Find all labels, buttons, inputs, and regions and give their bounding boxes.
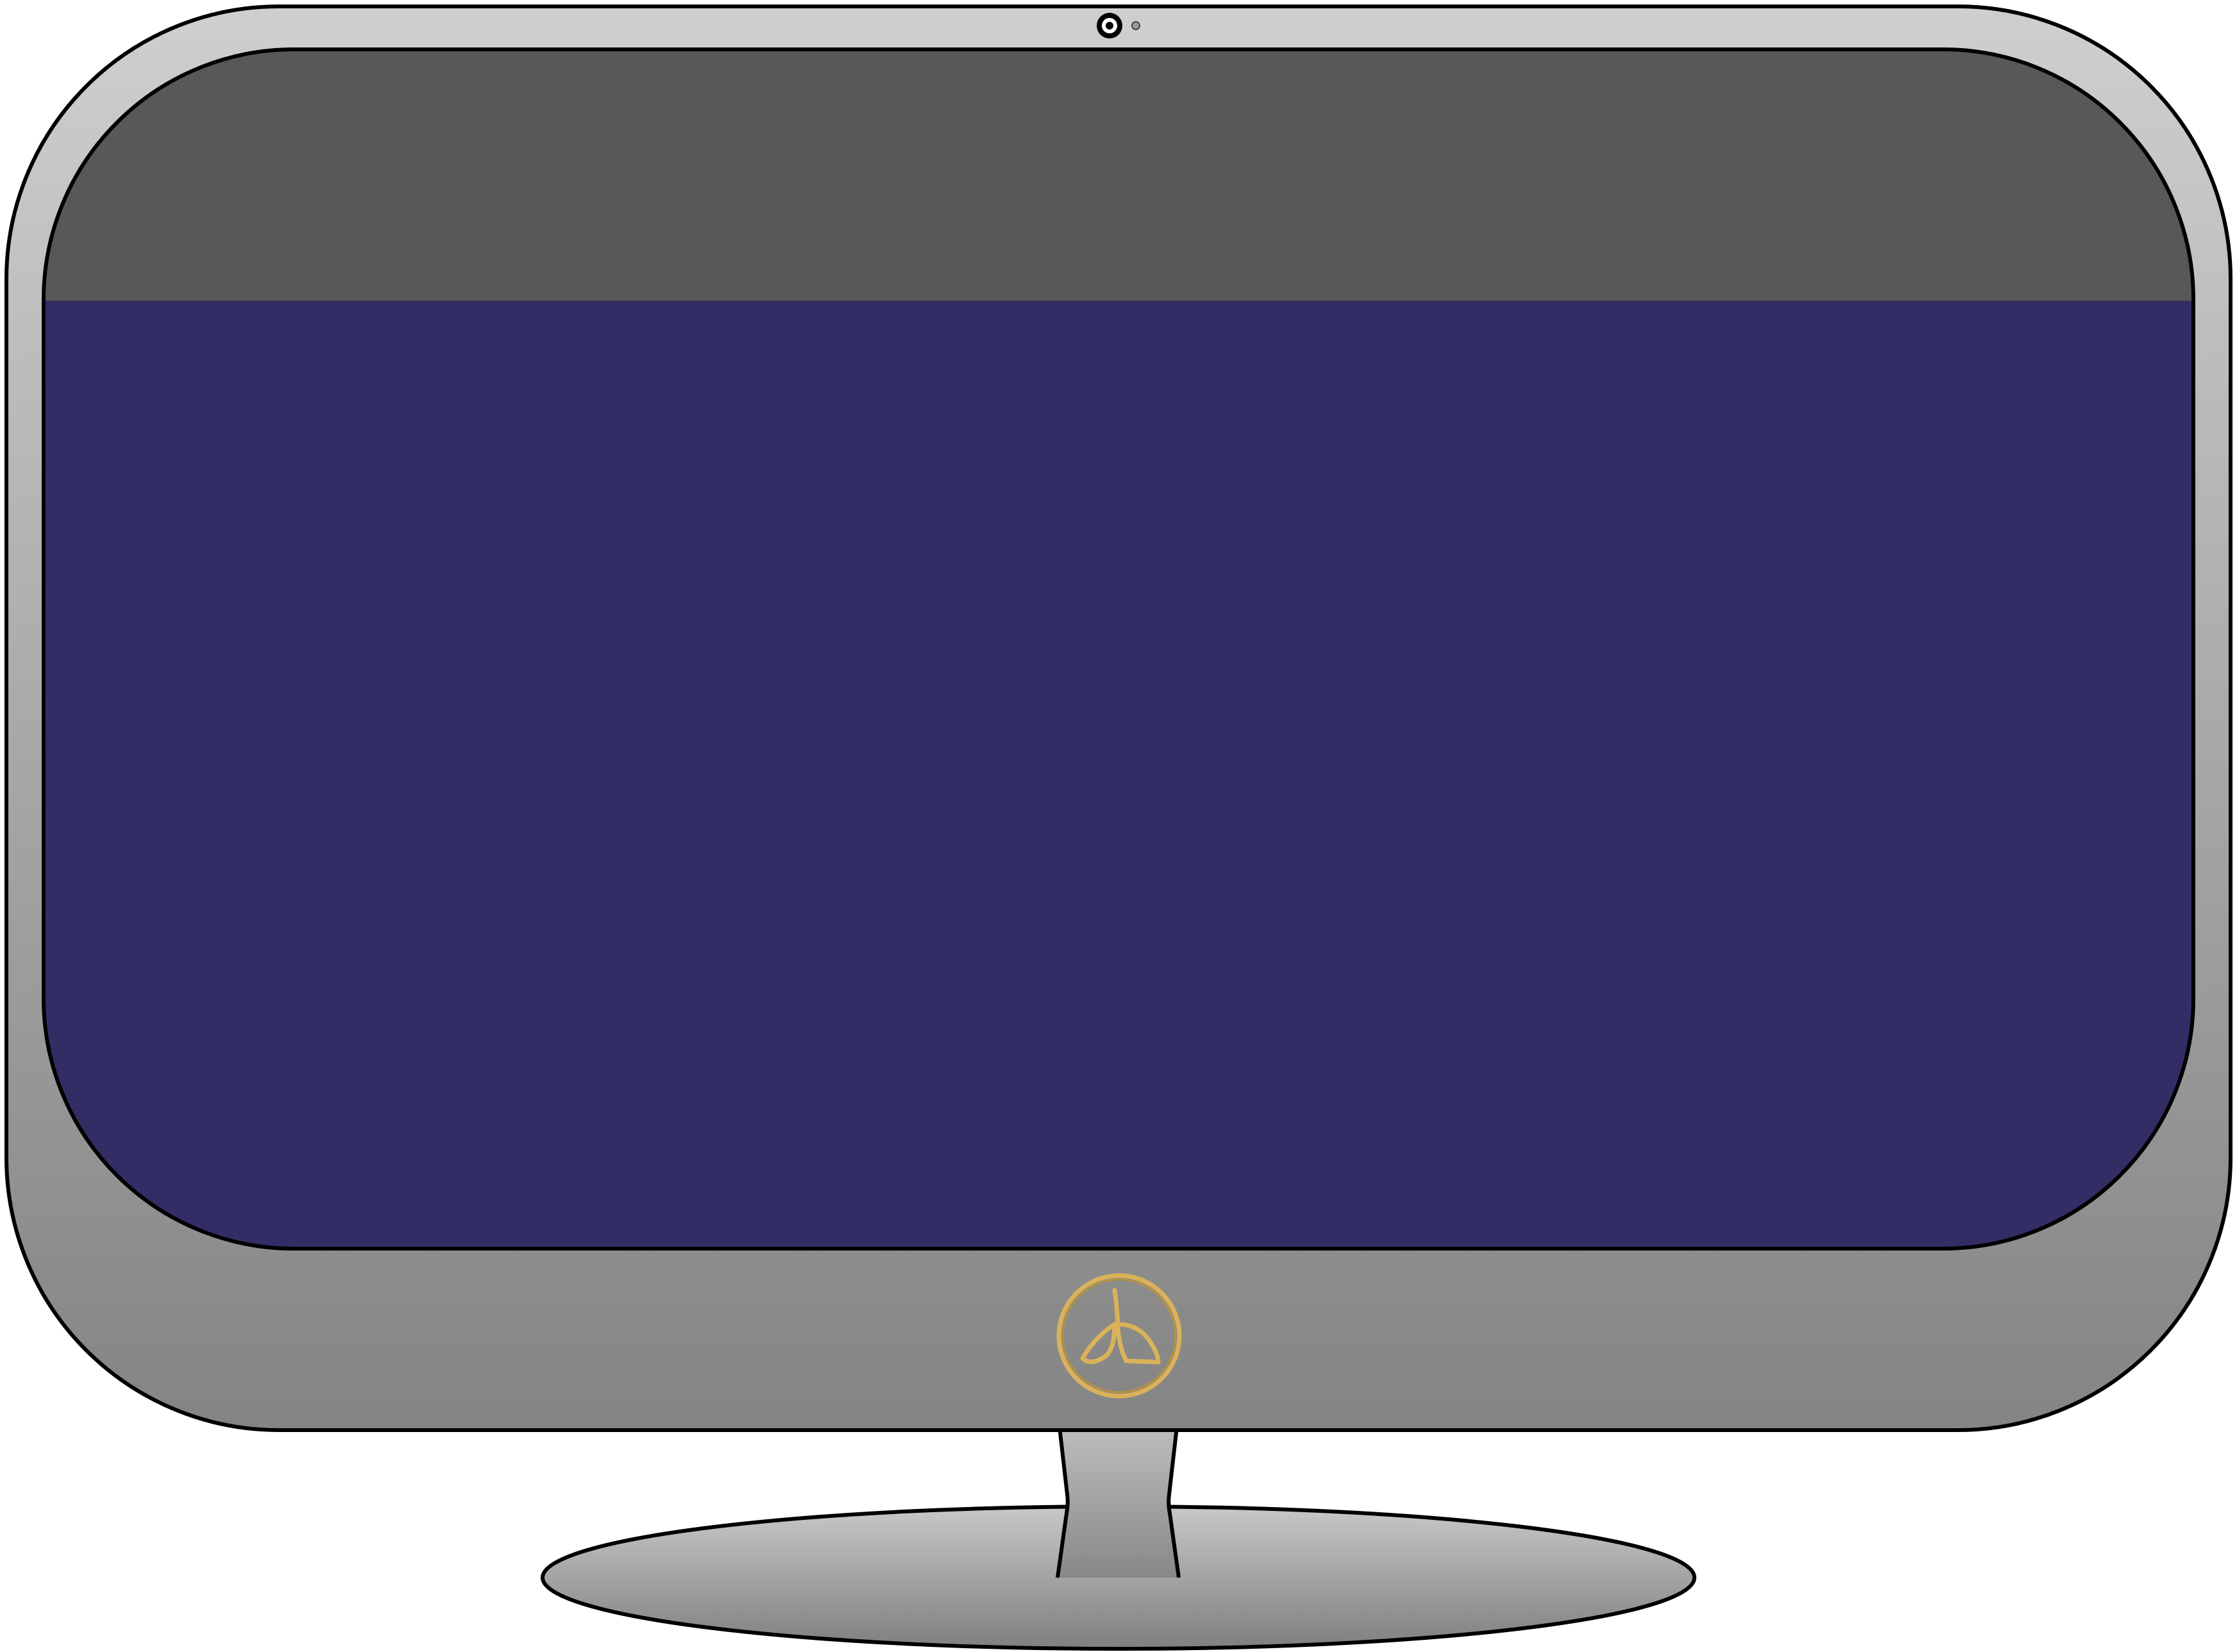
webcam-icon bbox=[1097, 13, 1122, 38]
stand-neck bbox=[1058, 1427, 1179, 1578]
monitor-screen bbox=[44, 49, 2193, 1249]
monitor-illustration bbox=[0, 0, 2237, 1652]
light-sensor-icon bbox=[1131, 21, 1140, 30]
monitor-svg bbox=[4, 4, 2233, 1651]
screen-header-bar bbox=[44, 49, 2193, 301]
